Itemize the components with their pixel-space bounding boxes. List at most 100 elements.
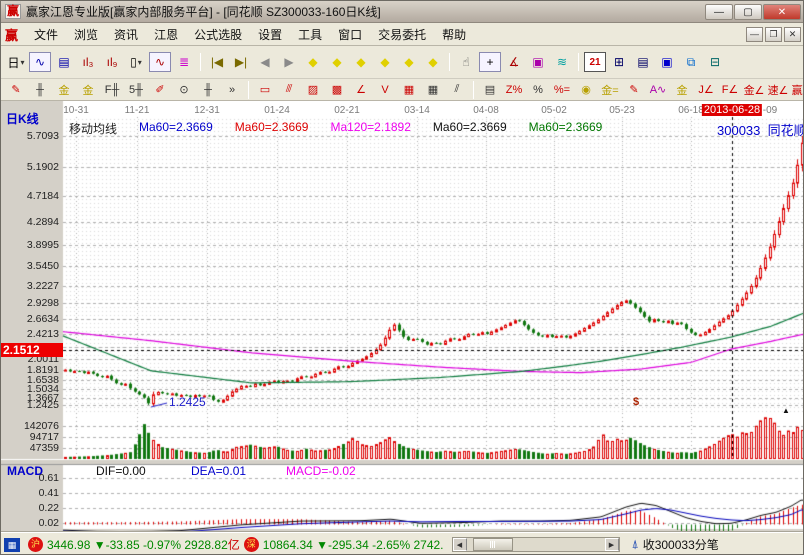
flag-pen-button[interactable]: ✎ bbox=[623, 81, 645, 99]
shenzhen-market-icon[interactable]: 深 bbox=[244, 537, 259, 552]
quote-table-icon[interactable]: ▦ bbox=[4, 538, 20, 552]
price-tick: 2.9298 bbox=[1, 297, 59, 309]
menu-item-4[interactable]: 公式选股 bbox=[186, 24, 250, 45]
scroll-thumb[interactable] bbox=[473, 538, 513, 551]
retrace-percent-button[interactable]: Z% bbox=[503, 81, 525, 99]
diamond-expand-button[interactable]: ◆ bbox=[398, 52, 420, 72]
box-fan-button[interactable]: ▨ bbox=[302, 81, 324, 99]
diamond-hcompress-button[interactable]: ◆ bbox=[374, 52, 396, 72]
red-grid-button[interactable]: ▦ bbox=[398, 81, 420, 99]
grid-plain-button[interactable]: ╫ bbox=[197, 81, 219, 99]
chart-region: 日K线 10-3111-2112-3101-2402-2103-1404-080… bbox=[1, 101, 804, 534]
next-page-button[interactable]: ▶ bbox=[278, 52, 300, 72]
gann-box-button[interactable]: ▭ bbox=[254, 81, 276, 99]
horizontal-scrollbar[interactable]: ◀ ▶ bbox=[452, 537, 620, 552]
menu-item-2[interactable]: 资讯 bbox=[106, 24, 146, 45]
gann-gold-grid2-button[interactable]: 金 bbox=[77, 81, 99, 99]
data-download-button[interactable]: ⊟ bbox=[704, 52, 726, 72]
period-day-button[interactable]: 日▾ bbox=[5, 52, 27, 72]
close-button[interactable]: ✕ bbox=[763, 4, 801, 20]
zigzag-button[interactable]: V bbox=[374, 81, 396, 99]
marked-wave-button[interactable]: ∿ bbox=[149, 52, 171, 72]
menu-item-5[interactable]: 设置 bbox=[250, 24, 290, 45]
percent-line-button[interactable]: %= bbox=[551, 81, 573, 99]
minimize-button[interactable]: — bbox=[705, 4, 733, 20]
gold-line-button[interactable]: 金= bbox=[599, 81, 621, 99]
macd-value-label: MACD=-0.02 bbox=[286, 464, 356, 478]
price-tick: 5.7093 bbox=[1, 130, 59, 142]
export-chart-button[interactable]: ⧉ bbox=[680, 52, 702, 72]
calculator-button[interactable]: ⊞ bbox=[608, 52, 630, 72]
price-levels-button[interactable]: ▤ bbox=[479, 81, 501, 99]
gann-shape-button[interactable]: ▣ bbox=[527, 52, 549, 72]
child-close-button[interactable]: ✕ bbox=[784, 27, 801, 42]
wave-draw-button[interactable]: ≋ bbox=[551, 52, 573, 72]
wave-overlay-button[interactable]: ∿ bbox=[29, 52, 51, 72]
tick-mode-label[interactable]: 收300033分笔 bbox=[643, 536, 719, 553]
time-cycle-button[interactable]: ⊙ bbox=[173, 81, 195, 99]
scroll-left-button[interactable]: ◀ bbox=[453, 538, 467, 551]
speed-angle-button[interactable]: 速∠ bbox=[767, 81, 789, 99]
bars-3-button[interactable]: ıl₃ bbox=[77, 52, 99, 72]
gold-underline-button[interactable]: 金 bbox=[671, 81, 693, 99]
ma-value-3: Ma60=2.3669 bbox=[433, 120, 507, 137]
gold-angle-button[interactable]: 金∠ bbox=[743, 81, 765, 99]
shanghai-market-icon[interactable]: 沪 bbox=[28, 537, 43, 552]
menu-item-0[interactable]: 文件 bbox=[26, 24, 66, 45]
child-restore-button[interactable]: ❐ bbox=[765, 27, 782, 42]
trend-angle-button[interactable]: ∠ bbox=[350, 81, 372, 99]
last-page-button[interactable]: ▶| bbox=[230, 52, 252, 72]
more-tools-button[interactable]: » bbox=[221, 81, 243, 99]
parallel-lines-button[interactable]: ⫽ bbox=[446, 81, 468, 99]
diamond-hexpand-button[interactable]: ◆ bbox=[350, 52, 372, 72]
maximize-button[interactable]: ▢ bbox=[734, 4, 762, 20]
pen-marker-button[interactable]: ✐ bbox=[149, 81, 171, 99]
price-tick: 1.2425 bbox=[1, 399, 59, 411]
first-page-button[interactable]: |◀ bbox=[206, 52, 228, 72]
win-angle-button[interactable]: 赢∠ bbox=[791, 81, 804, 99]
j-angle-button[interactable]: J∠ bbox=[695, 81, 717, 99]
app-icon: 赢 bbox=[5, 4, 21, 19]
info-list-button[interactable]: ▤ bbox=[53, 52, 75, 72]
angle-measure-button[interactable]: ∡ bbox=[503, 52, 525, 72]
menu-item-3[interactable]: 江恩 bbox=[146, 24, 186, 45]
five-grid-button[interactable]: 5╫ bbox=[125, 81, 147, 99]
diamond-left-button[interactable]: ◆ bbox=[302, 52, 324, 72]
brush-tool-button[interactable]: ✎ bbox=[5, 81, 27, 99]
crosshair-tool-button[interactable]: + bbox=[479, 52, 501, 72]
hand-tool-button[interactable]: ☝ bbox=[455, 52, 477, 72]
menu-item-6[interactable]: 工具 bbox=[290, 24, 330, 45]
menu-item-9[interactable]: 帮助 bbox=[434, 24, 474, 45]
app-menu-icon: 赢 bbox=[5, 25, 18, 44]
notes-button[interactable]: ▤ bbox=[632, 52, 654, 72]
grid-columns-button[interactable]: ╫ bbox=[29, 81, 51, 99]
calendar-button[interactable]: 21 bbox=[584, 52, 606, 72]
diamond-compress-button[interactable]: ◆ bbox=[422, 52, 444, 72]
percent-button[interactable]: % bbox=[527, 81, 549, 99]
date-tick: 06-18 bbox=[678, 105, 704, 116]
gold-section-button[interactable]: ◉ bbox=[575, 81, 597, 99]
bars-9-button[interactable]: ıl₉ bbox=[101, 52, 123, 72]
candle-style-button[interactable]: ▯▾ bbox=[125, 52, 147, 72]
wave-abc-button[interactable]: A∿ bbox=[647, 81, 669, 99]
diamond-right-button[interactable]: ◆ bbox=[326, 52, 348, 72]
shaded-box-button[interactable]: ▩ bbox=[326, 81, 348, 99]
window-title: 赢家江恩专业版[赢家内部服务平台] - [同花顺 SZ300033-160日K线… bbox=[26, 3, 705, 20]
sh-index-value: 3446.98 bbox=[47, 538, 90, 552]
f-grid-button[interactable]: F╫ bbox=[101, 81, 123, 99]
prev-page-button[interactable]: ◀ bbox=[254, 52, 276, 72]
macd-tick: 0.41 bbox=[19, 487, 59, 499]
f-angle-button[interactable]: F∠ bbox=[719, 81, 741, 99]
menu-item-8[interactable]: 交易委托 bbox=[370, 24, 434, 45]
scroll-right-button[interactable]: ▶ bbox=[605, 538, 619, 551]
child-minimize-button[interactable]: — bbox=[746, 27, 763, 42]
fan-lines-button[interactable]: ⫻ bbox=[278, 81, 300, 99]
gann-gold-grid-button[interactable]: 金 bbox=[53, 81, 75, 99]
price-tick: 5.1902 bbox=[1, 161, 59, 173]
menu-item-1[interactable]: 浏览 bbox=[66, 24, 106, 45]
titlebar[interactable]: 赢 赢家江恩专业版[赢家内部服务平台] - [同花顺 SZ300033-160日… bbox=[1, 1, 804, 23]
volume-profile-button[interactable]: ≣ bbox=[173, 52, 195, 72]
dark-grid-button[interactable]: ▦ bbox=[422, 81, 444, 99]
save-button[interactable]: ▣ bbox=[656, 52, 678, 72]
menu-item-7[interactable]: 窗口 bbox=[330, 24, 370, 45]
